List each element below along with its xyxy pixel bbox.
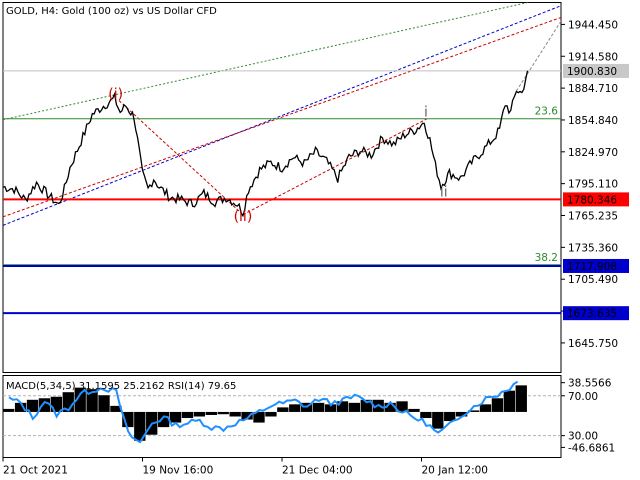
macd-bar [157, 411, 170, 428]
macd-bar [181, 411, 194, 419]
macd-bar [3, 408, 15, 412]
current-price-tag-label: 1900.830 [567, 66, 617, 78]
level-tag-2-label: 1673.635 [567, 308, 617, 320]
price-tick-label: 1944.450 [568, 19, 618, 31]
wave-label-0: (i) [108, 86, 123, 102]
macd-bar [169, 411, 182, 423]
macd-bar [205, 411, 217, 415]
price-tick-label: 1914.580 [568, 51, 618, 63]
indicator-tick-label: 38.5566 [568, 378, 612, 390]
fib-label-0: 23.6 [535, 106, 559, 118]
indicator-label: MACD(5,34,5) 31.1595 25.2162 RSI(14) 79.… [6, 381, 236, 392]
macd-bar [408, 408, 420, 412]
macd-bar [193, 411, 206, 417]
macd-bar [277, 407, 289, 412]
macd-bar [432, 411, 444, 429]
price-tick-label: 1645.750 [568, 338, 618, 350]
macd-bar [98, 395, 110, 412]
macd-bar [38, 398, 51, 412]
wave-label-3: ii [440, 185, 448, 201]
time-tick-label: 21 Dec 04:00 [282, 465, 353, 477]
wave-label-2: i [424, 105, 428, 121]
price-tick-label: 1824.970 [568, 147, 618, 159]
macd-bar [420, 411, 432, 419]
price-tick-label: 1735.360 [568, 242, 618, 254]
symbol-label: GOLD, H4: Gold (100 oz) vs US Dollar CFD [6, 6, 217, 17]
wave-label-1: (ii) [234, 209, 253, 225]
fib-label-1: 38.2 [535, 252, 558, 264]
time-tick-label: 20 Jan 12:00 [422, 465, 488, 477]
level-tag-0-label: 1780.346 [567, 194, 617, 206]
price-tick-label: 1705.490 [568, 274, 618, 286]
macd-bar [229, 411, 241, 417]
macd-bar [312, 402, 325, 412]
price-tick-label: 1884.710 [568, 83, 618, 95]
time-tick-label: 21 Oct 2021 [3, 465, 68, 477]
macd-bar [336, 401, 349, 412]
indicator-tick-label: 70.00 [568, 391, 598, 403]
indicator-tick-label: 30.00 [568, 431, 598, 443]
chart-root: 23.6 38.2 (i) (ii) i ii 1944.450 1914.580 1884… [0, 0, 640, 480]
macd-bar [348, 402, 361, 412]
macd-bar [217, 411, 229, 415]
macd-bar [479, 404, 492, 412]
price-tick-label: 1854.840 [568, 115, 618, 127]
macd-bar [515, 385, 527, 412]
macd-bar [503, 390, 516, 412]
macd-bar [491, 398, 504, 412]
price-tick-label: 1795.110 [568, 179, 618, 191]
chart-svg: 23.638.2 (i)(ii)iii 1944.4501914.5801884… [0, 0, 640, 480]
macd-bar [289, 404, 301, 412]
macd-bar [265, 411, 277, 417]
indicator-tick-label: -46.6861 [568, 442, 615, 454]
time-tick-label: 19 Nov 16:00 [143, 465, 214, 477]
level-tag-1-label: 1717.908 [567, 261, 617, 273]
price-tick-label: 1765.235 [568, 211, 618, 223]
